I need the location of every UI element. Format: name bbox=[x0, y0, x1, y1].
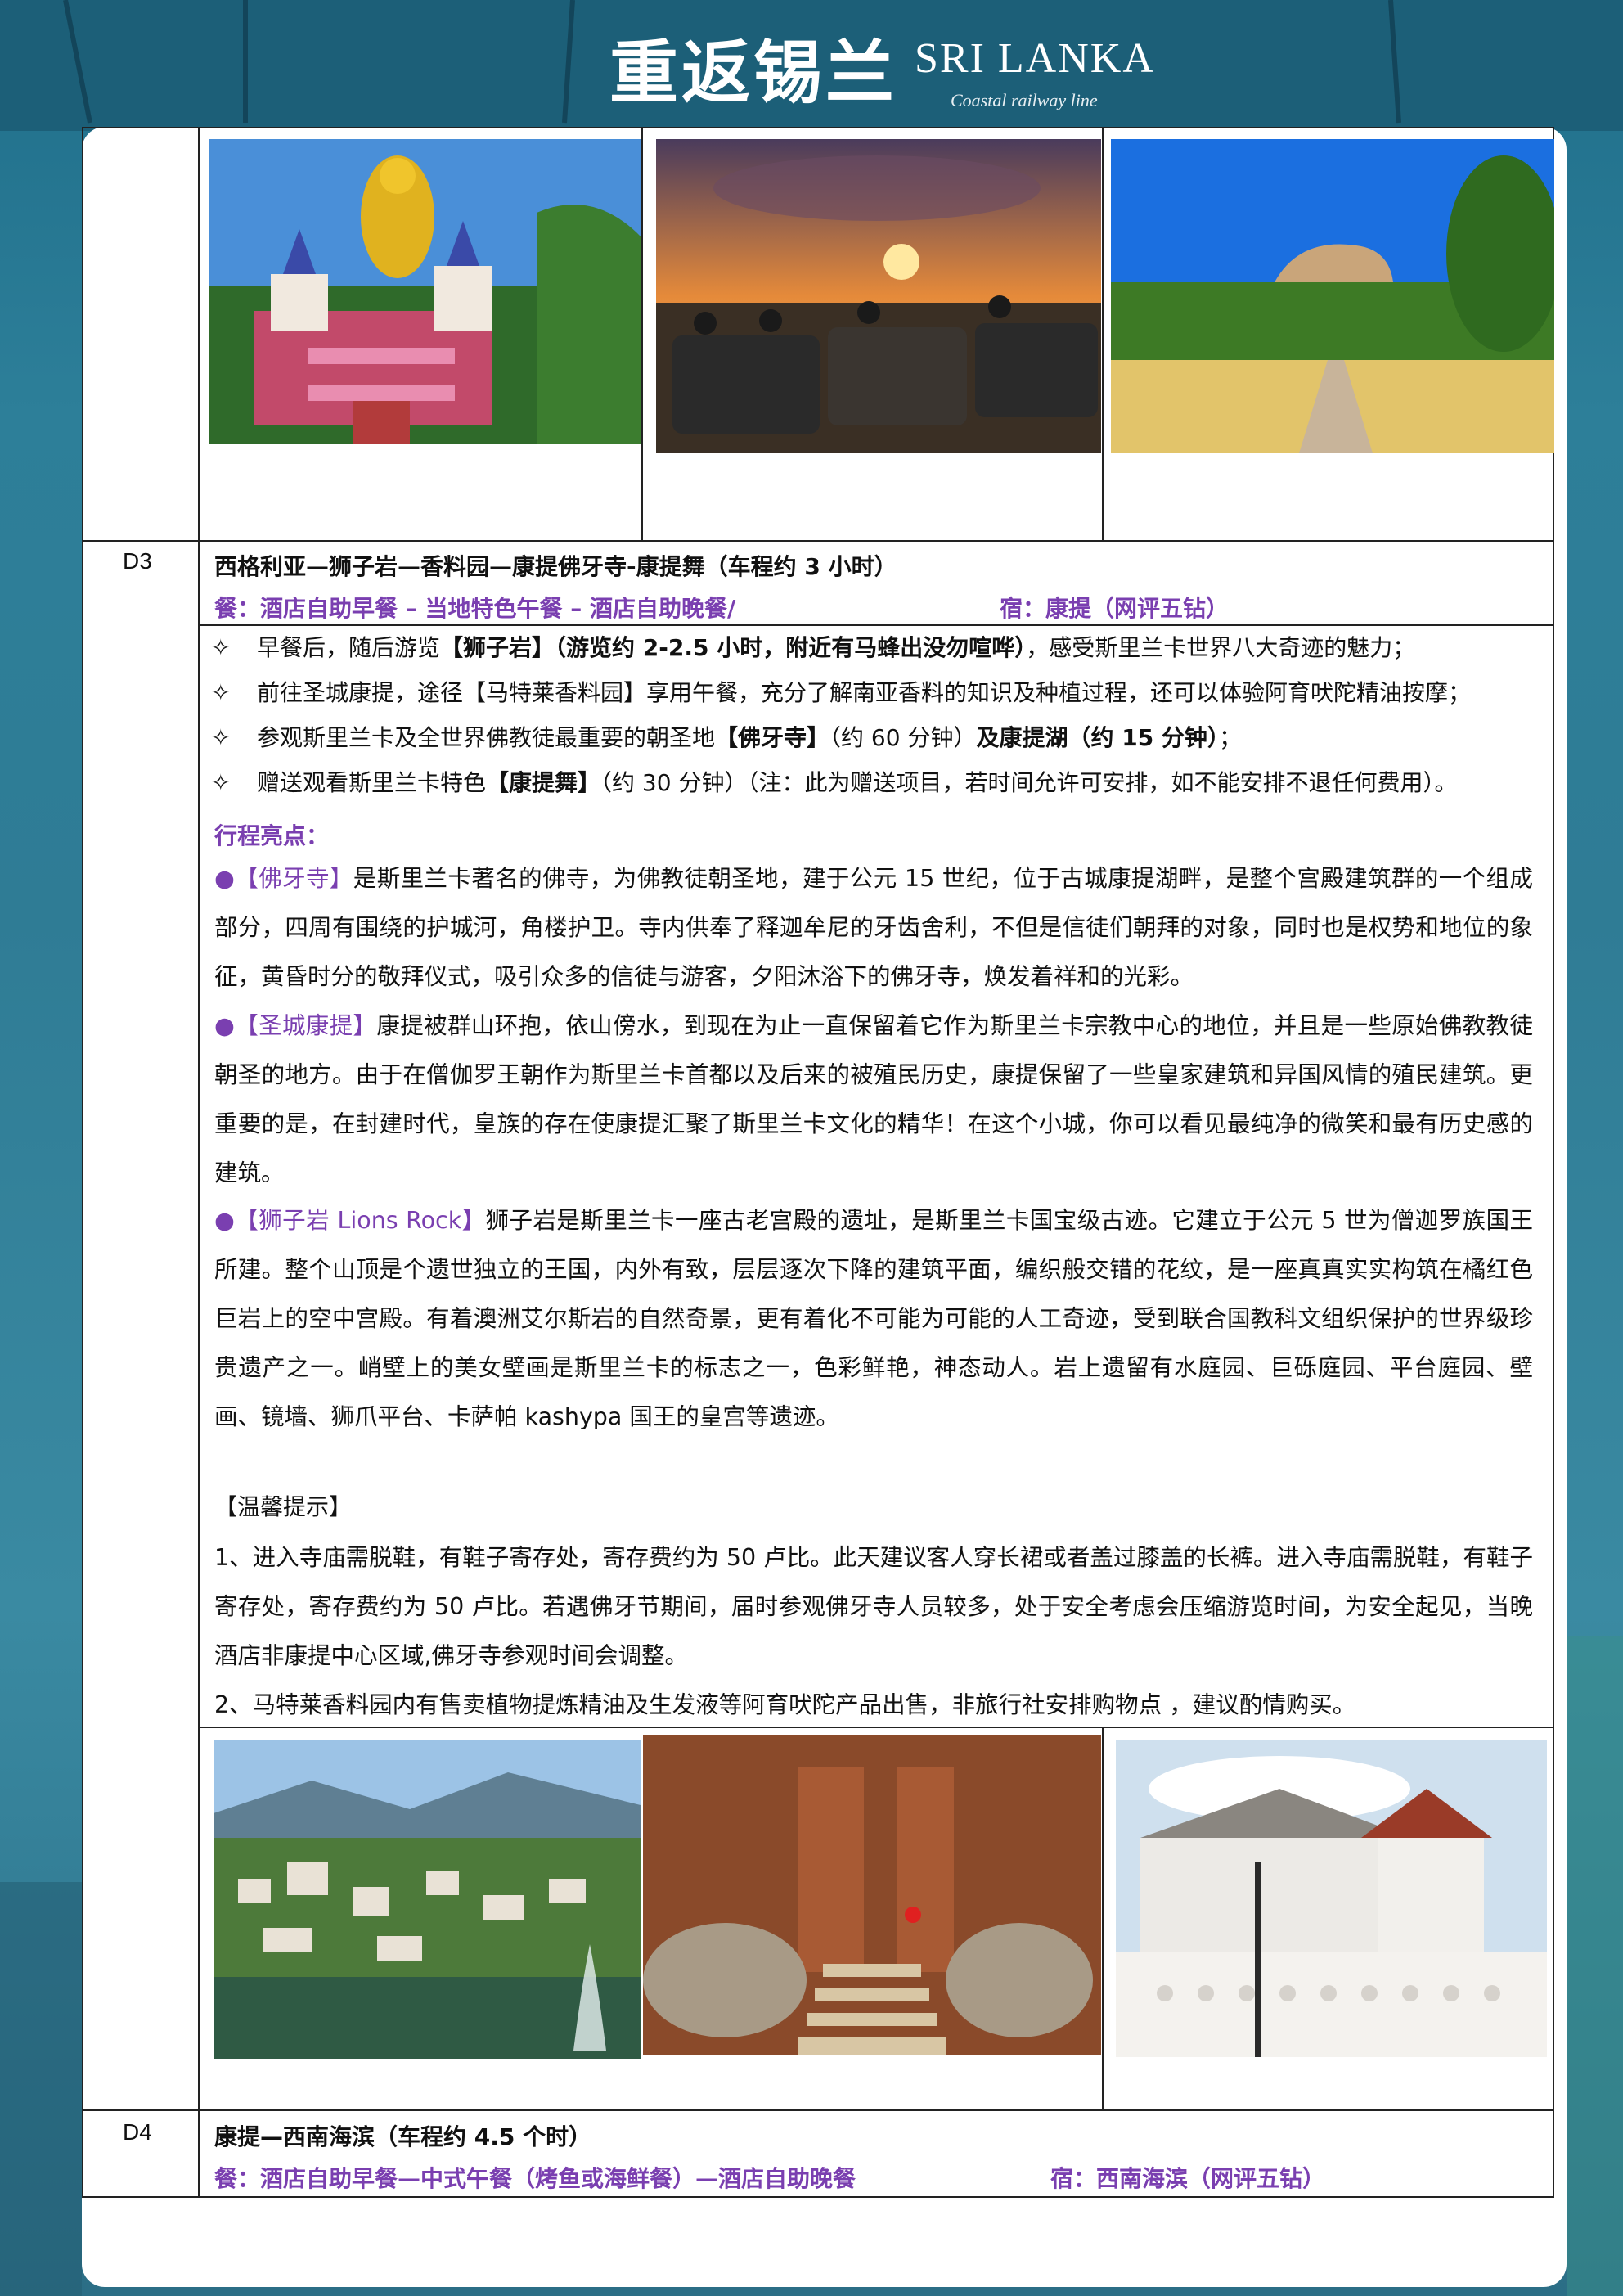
d3-route-title: 西格利亚—狮子岩—香料园—康提佛牙寺-康提舞（车程约 3 小时） bbox=[214, 553, 897, 580]
list-item-text: ； bbox=[1218, 724, 1242, 751]
golden-buddha-temple-photo bbox=[209, 139, 641, 444]
kandy-lake-city-photo bbox=[214, 1740, 641, 2059]
list-item-text: 前往圣城康提，途径【马特莱香料园】享用午餐，充分了解南亚香料的知识及种植过程，还… bbox=[257, 679, 1472, 706]
tip-item: 1、进入寺庙需脱鞋，有鞋子寄存处，寄存费约为 50 卢比。此天建议客人穿长裙或者… bbox=[214, 1544, 1533, 1669]
day-label-d4: D4 bbox=[123, 2119, 152, 2145]
table-column-divider bbox=[198, 127, 200, 2197]
highlight-tag: ●【狮子岩 Lions Rock】 bbox=[214, 1207, 486, 1234]
d4-route-title: 康提—西南海滨（车程约 4.5 个时） bbox=[214, 2123, 592, 2150]
page-header: 重返锡兰 SRI LANKA Coastal railway line bbox=[0, 0, 1623, 131]
d4-stay: 宿：西南海滨（网评五钻） bbox=[1050, 2165, 1326, 2192]
temple-of-tooth-photo bbox=[1116, 1740, 1547, 2057]
list-item-bold: 及康提湖（约 15 分钟） bbox=[976, 724, 1219, 751]
logo-subtitle: Coastal railway line bbox=[951, 90, 1098, 110]
list-item-text: 早餐后，随后游览 bbox=[257, 634, 441, 661]
d4-meals: 餐：酒店自助早餐—中式午餐（烤鱼或海鲜餐）—酒店自助晚餐 bbox=[214, 2165, 856, 2192]
logo-title-en: SRI LANKA bbox=[915, 35, 1155, 82]
day-label-d3: D3 bbox=[123, 548, 152, 574]
table-row-divider bbox=[82, 540, 1554, 542]
photo-cell-divider bbox=[641, 127, 643, 540]
list-item-bold: 【狮子岩】（游览约 2-2.5 小时，附近有马蜂出没勿喧哗） bbox=[440, 634, 1027, 661]
highlight-text: 狮子岩是斯里兰卡一座古老宫殿的遗址，是斯里兰卡国宝级古迹。它建立于公元 5 世为… bbox=[214, 1207, 1534, 1430]
highlights-title: 行程亮点： bbox=[214, 822, 330, 849]
d3-stay: 宿：康提（网评五钻） bbox=[1000, 595, 1230, 622]
highlight-tag: ●【佛牙寺】 bbox=[214, 865, 353, 892]
sparkle-bullet-icon: ✧ bbox=[211, 634, 231, 661]
list-item-text: 赠送观看斯里兰卡特色 bbox=[257, 769, 487, 796]
list-item-text: 参观斯里兰卡及全世界佛教徒最重要的朝圣地 bbox=[257, 724, 716, 751]
tip-item: 2、马特莱香料园内有售卖植物提炼精油及生发液等阿育吠陀产品出售，非旅行社安排购物… bbox=[214, 1691, 1356, 1718]
list-item: ✧ 参观斯里兰卡及全世界佛教徒最重要的朝圣地【佛牙寺】（约 60 分钟）及康提湖（… bbox=[211, 721, 1536, 766]
list-item-bold: 【康提舞】 bbox=[486, 769, 601, 796]
highlight-lions-rock: ●【狮子岩 Lions Rock】狮子岩是斯里兰卡一座古老宫殿的遗址，是斯里兰卡… bbox=[214, 1196, 1533, 1442]
tips-title: 【温馨提示】 bbox=[214, 1493, 353, 1520]
list-item: ✧ 早餐后，随后游览【狮子岩】（游览约 2-2.5 小时，附近有马蜂出没勿喧哗），… bbox=[211, 631, 1536, 676]
list-item: ✧ 赠送观看斯里兰卡特色【康提舞】（约 30 分钟）（注：此为赠送项目，若时间允许… bbox=[211, 766, 1536, 811]
highlight-tooth-temple: ●【佛牙寺】是斯里兰卡著名的佛寺，为佛教徒朝圣地，建于公元 15 世纪，位于古城… bbox=[214, 854, 1533, 1002]
safari-jeeps-sunset-photo bbox=[656, 139, 1101, 453]
photo-cell-divider bbox=[1102, 127, 1104, 540]
list-item: ✧ 前往圣城康提，途径【马特莱香料园】享用午餐，充分了解南亚香料的知识及种植过程，… bbox=[211, 676, 1536, 721]
d3-meals: 餐：酒店自助早餐 – 当地特色午餐 – 酒店自助晚餐/ bbox=[214, 595, 736, 622]
d3-activity-list: ✧ 早餐后，随后游览【狮子岩】（游览约 2-2.5 小时，附近有马蜂出没勿喧哗），… bbox=[211, 631, 1536, 811]
lions-rock-garden-photo bbox=[1111, 139, 1554, 453]
photo-cell-divider bbox=[1102, 1727, 1104, 2109]
table-row-divider bbox=[198, 624, 1554, 626]
list-item-text: ，感受斯里兰卡世界八大奇迹的魅力； bbox=[1026, 634, 1416, 661]
highlight-holy-kandy: ●【圣城康提】康提被群山环抱，依山傍水，到现在为止一直保留着它作为斯里兰卡宗教中… bbox=[214, 1002, 1533, 1198]
list-item-bold: 【佛牙寺】 bbox=[715, 724, 830, 751]
highlight-text: 康提被群山环抱，依山傍水，到现在为止一直保留着它作为斯里兰卡宗教中心的地位，并且… bbox=[214, 1012, 1533, 1186]
table-border bbox=[82, 2196, 1554, 2198]
lions-paw-staircase-photo bbox=[643, 1735, 1101, 2055]
list-item-text: （约 60 分钟） bbox=[829, 724, 977, 751]
logo-title-cn: 重返锡兰 bbox=[609, 32, 898, 113]
sparkle-bullet-icon: ✧ bbox=[211, 769, 231, 796]
list-item-text: （约 30 分钟）（注：此为赠送项目，若时间允许可安排，如不能安排不退任何费用）… bbox=[600, 769, 1458, 796]
highlight-text: 是斯里兰卡著名的佛寺，为佛教徒朝圣地，建于公元 15 世纪，位于古城康提湖畔，是… bbox=[214, 865, 1533, 990]
table-border bbox=[82, 127, 1554, 128]
table-row-divider bbox=[82, 2109, 1554, 2111]
sparkle-bullet-icon: ✧ bbox=[211, 724, 231, 751]
sparkle-bullet-icon: ✧ bbox=[211, 679, 231, 706]
highlight-tag: ●【圣城康提】 bbox=[214, 1012, 377, 1039]
